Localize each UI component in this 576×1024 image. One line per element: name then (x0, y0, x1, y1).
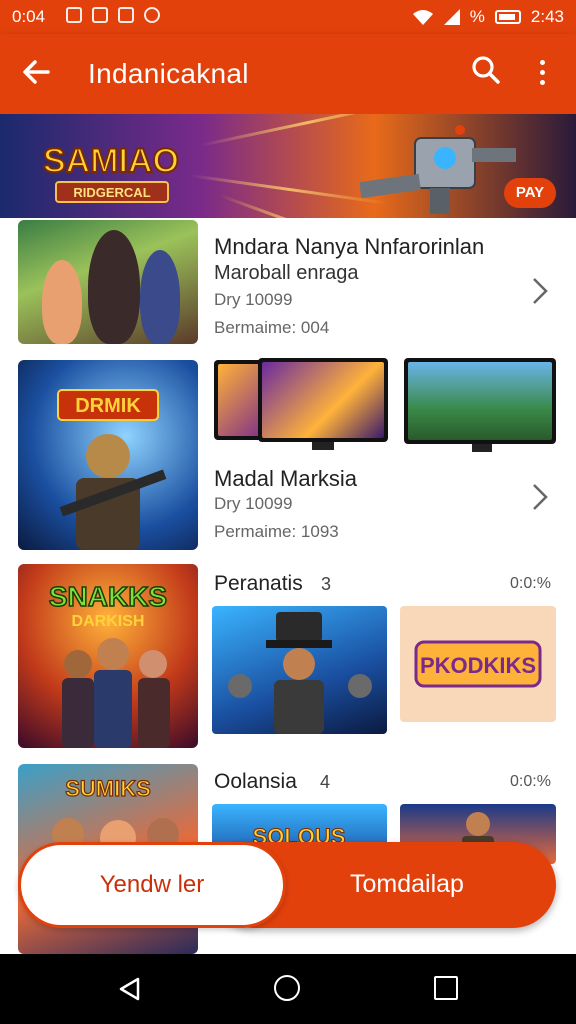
chevron-right-icon[interactable] (528, 276, 552, 306)
section-card[interactable] (212, 606, 387, 734)
section-title: Peranatis (214, 572, 303, 595)
status-percent: % (469, 7, 485, 26)
more-vert-icon[interactable] (524, 52, 560, 92)
svg-text:PKODKIKS: PKODKIKS (420, 653, 536, 678)
card-art (228, 612, 372, 734)
svg-text:SNAKKS: SNAKKS (49, 581, 167, 612)
nav-back-icon[interactable] (118, 977, 140, 1001)
promo-banner[interactable]: SAMIAO RIDGERCAL PAY (0, 114, 576, 218)
status-time: 0:04 (12, 7, 46, 26)
card-art: PKODKIKS (414, 640, 542, 688)
banner-play-button[interactable]: PAY (504, 178, 556, 208)
secondary-action-button[interactable]: Yendw ler (18, 842, 286, 928)
status-right: % 2:43 (412, 7, 564, 27)
svg-text:SUMIKS: SUMIKS (65, 776, 151, 801)
svg-text:SAMIAO: SAMIAO (43, 142, 179, 180)
game-thumbnail[interactable]: DRMIK (18, 360, 198, 550)
game-title[interactable]: Madal Marksia (214, 466, 357, 492)
screenshot-thumb[interactable] (258, 358, 388, 442)
chevron-right-icon[interactable] (528, 482, 552, 512)
back-arrow-icon[interactable] (20, 54, 52, 90)
notification-icon (92, 7, 108, 23)
game-subtitle: Maroball enraga (214, 262, 359, 284)
status-bar: 0:04 % 2:43 (0, 0, 576, 34)
nav-recent-icon[interactable] (434, 976, 458, 1000)
screenshot-thumb[interactable] (404, 358, 556, 444)
game-title[interactable]: Mndara Nanya Nnfarorinlan (214, 234, 484, 260)
banner-robot-image (360, 125, 516, 214)
section-card[interactable]: PKODKIKS (400, 606, 556, 722)
wifi-icon (412, 10, 433, 25)
section-count: 3 (321, 574, 332, 594)
game-thumbnail[interactable] (18, 220, 198, 344)
game-meta: Dry 10099 (214, 494, 293, 513)
nav-home-icon[interactable] (274, 975, 300, 1001)
banner-game-logo: SAMIAO RIDGERCAL (42, 141, 180, 203)
page-title: Indanicaknal (88, 58, 249, 89)
signal-icon (443, 9, 460, 25)
primary-action-label: Tomdailap (350, 870, 464, 898)
section-title: Oolansia (214, 770, 297, 793)
svg-text:DRMIK: DRMIK (75, 395, 141, 417)
app-bar: Indanicaknal (0, 34, 576, 114)
section-time: 0:0:% (510, 575, 551, 592)
notification-icon (118, 7, 134, 23)
status-right-time: 2:43 (530, 7, 564, 26)
game-thumbnail[interactable]: SNAKKS DARKISH (18, 564, 198, 748)
game-meta: Dry 10099 (214, 290, 293, 309)
game-meta: Bermaime: 004 (214, 318, 330, 337)
svg-text:RIDGERCAL: RIDGERCAL (73, 185, 150, 200)
thumbnail-art: SNAKKS DARKISH (48, 580, 170, 748)
notification-icon (144, 7, 160, 23)
system-nav-bar (0, 954, 576, 1024)
search-icon[interactable] (468, 52, 504, 88)
battery-icon (494, 10, 521, 24)
status-notification-icons (66, 7, 160, 23)
section-time: 0:0:% (510, 773, 551, 790)
svg-text:DARKISH: DARKISH (72, 613, 145, 630)
thumbnail-art: DRMIK (57, 389, 167, 550)
notification-icon (66, 7, 82, 23)
game-meta: Permaime: 1093 (214, 522, 339, 541)
section-count: 4 (320, 772, 331, 792)
